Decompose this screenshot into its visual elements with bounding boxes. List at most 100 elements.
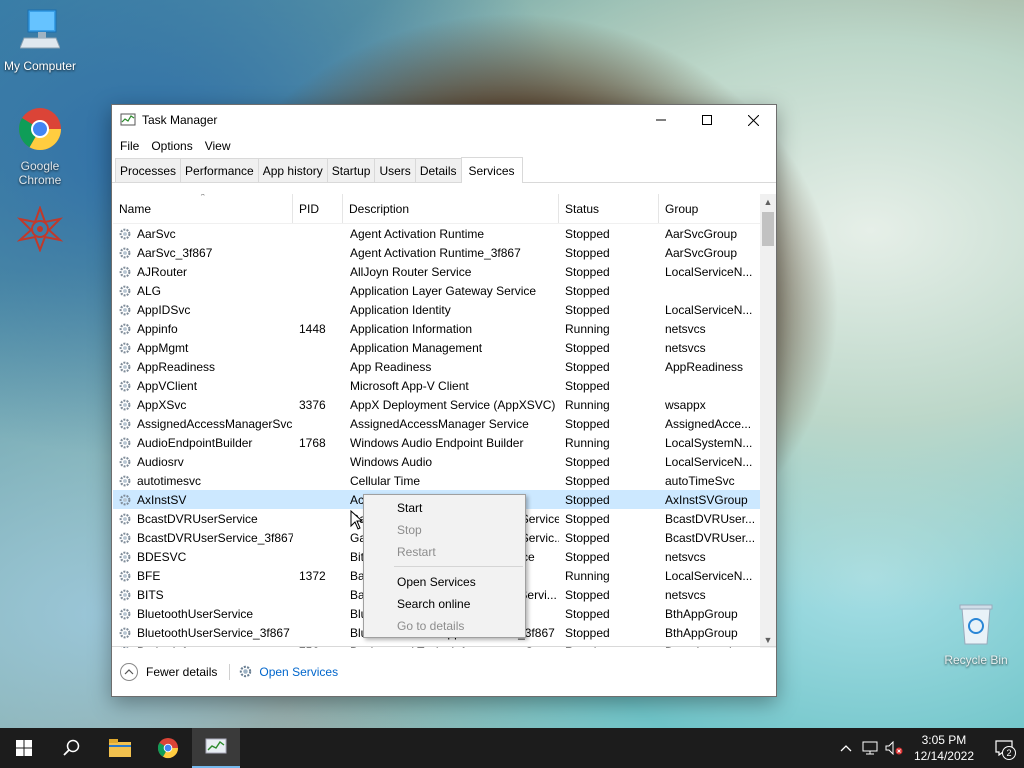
service-gear-icon: [118, 588, 132, 602]
network-button[interactable]: [858, 741, 882, 755]
recycle-bin-icon: [936, 602, 1016, 649]
menu-file[interactable]: File: [114, 139, 145, 153]
service-gear-icon: [118, 284, 132, 298]
cell-group: AppReadiness: [665, 359, 744, 374]
service-gear-icon: [118, 417, 132, 431]
network-icon: [862, 741, 878, 755]
taskbar-file-explorer[interactable]: [96, 728, 144, 768]
cell-name: BcastDVRUserService_3f867: [113, 531, 293, 545]
cell-status: Stopped: [565, 473, 610, 488]
cell-name-text: BcastDVRUserService: [137, 511, 258, 526]
cell-name-text: AJRouter: [137, 264, 188, 279]
table-row[interactable]: Audiosrv Windows Audio Stopped LocalService…: [113, 452, 761, 471]
scroll-thumb[interactable]: [762, 212, 774, 246]
cell-group: BthAppGroup: [665, 606, 738, 621]
start-button[interactable]: [0, 728, 48, 768]
table-row[interactable]: AppVClient Microsoft App-V Client Stopped: [113, 376, 761, 395]
service-gear-icon: [118, 379, 132, 393]
desktop-icon-my-computer[interactable]: My Computer: [0, 8, 80, 73]
tab-services[interactable]: Services: [460, 157, 523, 183]
cell-name-text: BDESVC: [137, 549, 187, 564]
cell-status: Stopped: [565, 530, 610, 545]
cell-name: Audiosrv: [113, 455, 293, 469]
tab-startup[interactable]: Startup: [326, 158, 376, 182]
search-icon: [63, 739, 80, 756]
maximize-button[interactable]: [684, 105, 730, 135]
taskbar-task-manager[interactable]: [192, 728, 240, 768]
scroll-up-icon[interactable]: ▲: [760, 194, 776, 210]
cell-status: Running: [565, 568, 610, 583]
menu-view[interactable]: View: [199, 139, 237, 153]
tab-processes[interactable]: Processes: [115, 158, 182, 182]
cell-name-text: AppReadiness: [137, 359, 216, 374]
table-row[interactable]: AppReadiness App Readiness Stopped AppReadi…: [113, 357, 761, 376]
tab-details[interactable]: Details: [414, 158, 462, 182]
cell-status: Stopped: [565, 606, 610, 621]
table-row[interactable]: ALG Application Layer Gateway Service Stop…: [113, 281, 761, 300]
tab-performance[interactable]: Performance: [180, 158, 259, 182]
column-header-pid[interactable]: PID: [293, 194, 343, 223]
menu-item-start[interactable]: Start: [364, 497, 525, 519]
open-services-link[interactable]: Open Services: [238, 664, 338, 679]
cell-name: autotimesvc: [113, 474, 293, 488]
cell-name-text: AppVClient: [137, 378, 198, 393]
column-header-group[interactable]: Group: [659, 194, 761, 223]
cell-name: AppReadiness: [113, 360, 293, 374]
table-row[interactable]: AssignedAccessManagerSvc AssignedAccessMa…: [113, 414, 761, 433]
table-row[interactable]: AarSvc Agent Activation Runtime Stopped Aar…: [113, 224, 761, 243]
cell-status: Stopped: [565, 245, 610, 260]
table-row[interactable]: AarSvc_3f867 Agent Activation Runtime_3f8…: [113, 243, 761, 262]
service-gear-icon: [118, 227, 132, 241]
service-gear-icon: [118, 531, 132, 545]
desktop-icon-label: Google Chrome: [18, 159, 62, 187]
desktop-icon-recycle-bin[interactable]: Recycle Bin: [936, 602, 1016, 667]
show-hidden-icons-button[interactable]: [834, 744, 858, 752]
title-bar[interactable]: Task Manager: [112, 105, 776, 135]
search-button[interactable]: [48, 728, 96, 768]
minimize-button[interactable]: [638, 105, 684, 135]
table-row[interactable]: AppMgmt Application Management Stopped nets…: [113, 338, 761, 357]
close-button[interactable]: [730, 105, 776, 135]
cell-name: BluetoothUserService: [113, 607, 293, 621]
tab-users[interactable]: Users: [374, 158, 416, 182]
cell-name: AssignedAccessManagerSvc: [113, 417, 293, 431]
volume-button[interactable]: [882, 741, 906, 755]
cell-status: Stopped: [565, 492, 610, 507]
desktop-icon-google-chrome[interactable]: Google Chrome: [0, 106, 80, 187]
menu-options[interactable]: Options: [145, 139, 198, 153]
desktop-icon-app[interactable]: [0, 205, 80, 259]
table-row[interactable]: Appinfo 1448 Application Information Runnin…: [113, 319, 761, 338]
table-row[interactable]: AudioEndpointBuilder 1768 Windows Audio En…: [113, 433, 761, 452]
cell-name: AxInstSV: [113, 493, 293, 507]
vertical-scrollbar[interactable]: ▲ ▼: [760, 194, 776, 648]
menu-item-open-services[interactable]: Open Services: [364, 571, 525, 593]
action-center-button[interactable]: 2: [984, 728, 1024, 768]
table-row[interactable]: AJRouter AllJoyn Router Service Stopped Loc…: [113, 262, 761, 281]
service-gear-icon: [118, 455, 132, 469]
column-header-description[interactable]: Description: [343, 194, 559, 223]
menu-item-search-online[interactable]: Search online: [364, 593, 525, 615]
table-row[interactable]: AppIDSvc Application Identity Stopped Local…: [113, 300, 761, 319]
taskbar-chrome[interactable]: [144, 728, 192, 768]
service-gear-icon: [118, 246, 132, 260]
cell-name: AppIDSvc: [113, 303, 293, 317]
table-row[interactable]: autotimesvc Cellular Time Stopped autoTimeS…: [113, 471, 761, 490]
cell-name: AppMgmt: [113, 341, 293, 355]
menu-item-restart[interactable]: Restart: [364, 541, 525, 563]
tab-app-history[interactable]: App history: [257, 158, 328, 182]
menu-item-stop[interactable]: Stop: [364, 519, 525, 541]
window-title: Task Manager: [142, 113, 218, 127]
cell-group: BcastDVRUser...: [665, 530, 756, 545]
chrome-icon: [0, 106, 80, 155]
column-header-status[interactable]: Status: [559, 194, 659, 223]
cell-name-text: AppXSvc: [137, 397, 187, 412]
menu-item-go-to-details[interactable]: Go to details: [364, 615, 525, 637]
clock[interactable]: 3:05 PM 12/14/2022: [914, 732, 974, 764]
footer-divider: [229, 663, 231, 680]
tab-bar: Processes Performance App history Startu…: [112, 157, 776, 183]
clock-date: 12/14/2022: [913, 749, 974, 763]
cell-status: Stopped: [565, 302, 610, 317]
table-header: ⌃ Name PID Description Status Group: [113, 194, 761, 224]
fewer-details-button[interactable]: Fewer details: [120, 662, 217, 681]
table-row[interactable]: AppXSvc 3376 AppX Deployment Service (AppX…: [113, 395, 761, 414]
